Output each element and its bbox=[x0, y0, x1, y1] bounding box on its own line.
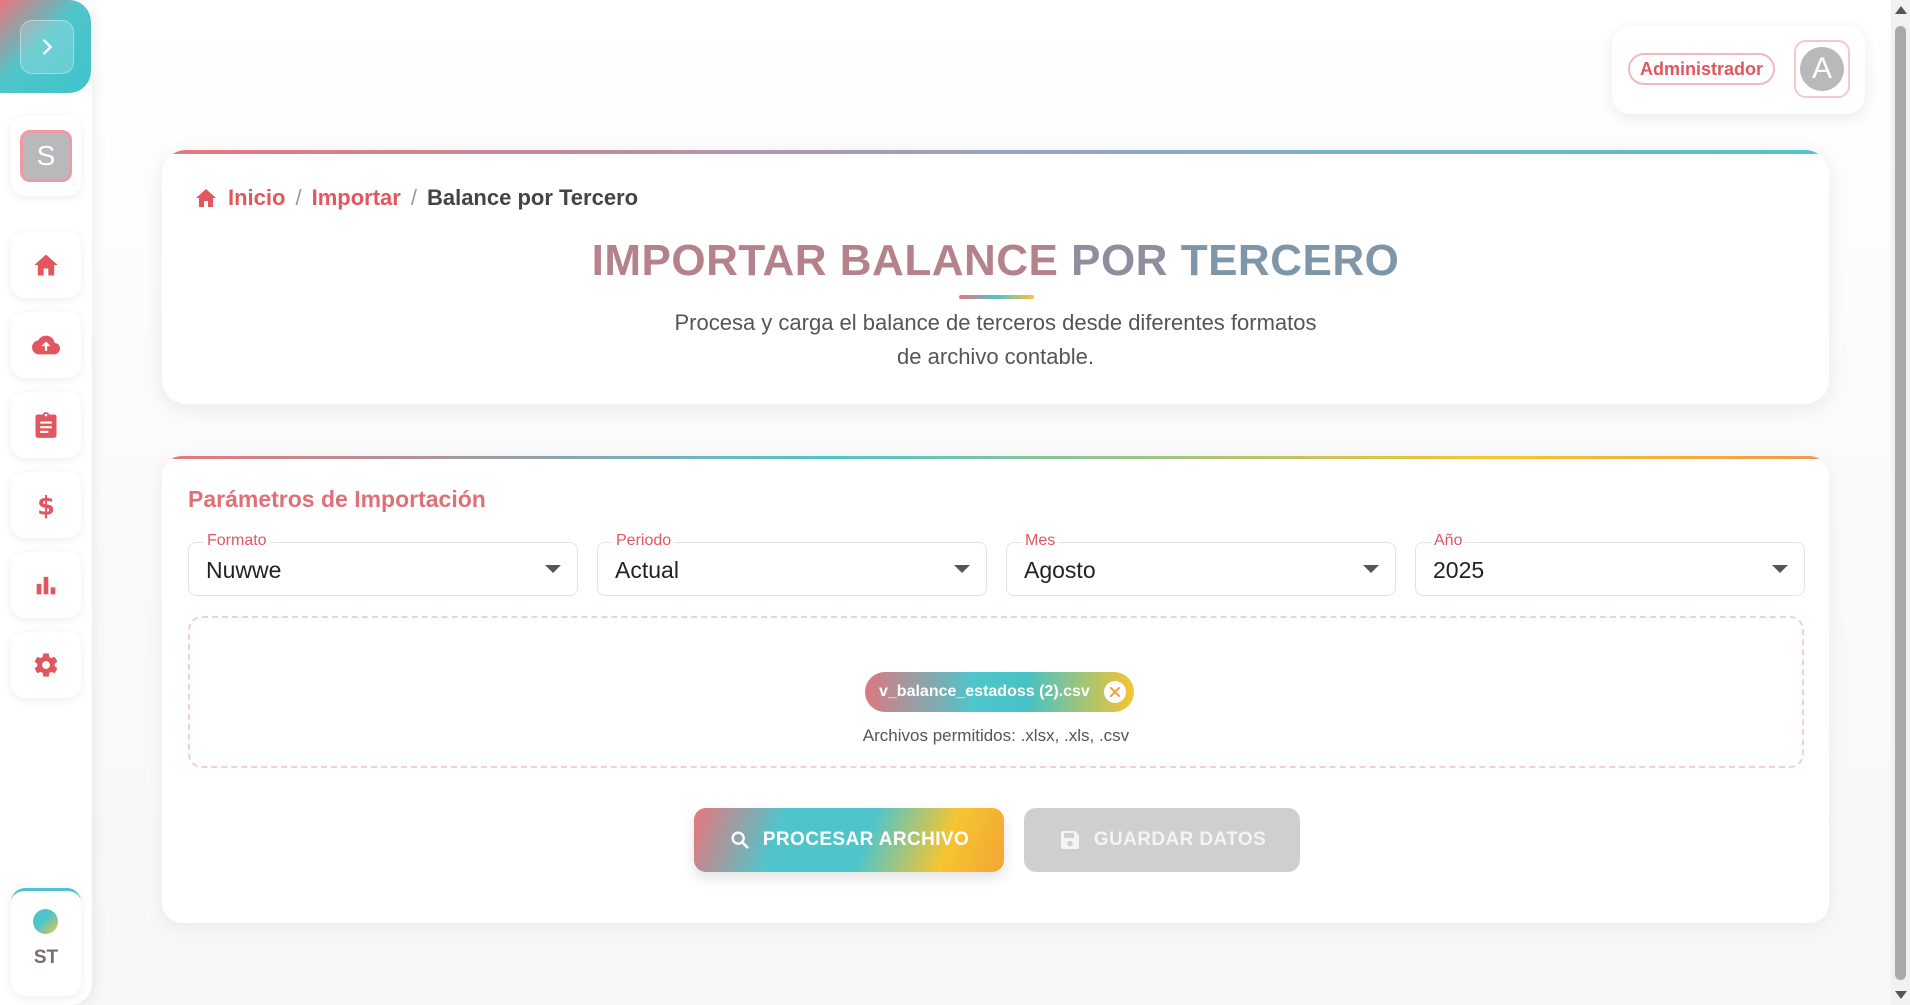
scroll-up-icon[interactable] bbox=[1895, 6, 1907, 14]
selected-file-chip: v_balance_estadoss (2).csv bbox=[865, 672, 1134, 712]
breadcrumb: Inicio / Importar / Balance por Tercero bbox=[194, 185, 638, 211]
dollar-icon: $ bbox=[37, 491, 55, 519]
breadcrumb-separator: / bbox=[295, 185, 302, 210]
period-select-value: Actual bbox=[615, 557, 679, 583]
search-icon bbox=[731, 831, 749, 849]
user-card: Administrador A bbox=[1612, 26, 1865, 114]
sidebar-toggle-area bbox=[0, 0, 91, 93]
caret-down-icon bbox=[1363, 565, 1379, 573]
user-avatar: A bbox=[1800, 47, 1844, 91]
sidebar: S $ ST bbox=[0, 0, 92, 1005]
chevron-right-icon bbox=[43, 39, 52, 55]
page-title-part: TERCERO bbox=[1180, 236, 1400, 285]
save-data-label: GUARDAR DATOS bbox=[1093, 829, 1267, 850]
sidebar-user-status[interactable]: ST bbox=[11, 888, 81, 996]
remove-file-button[interactable] bbox=[1103, 681, 1126, 703]
sidebar-item-upload[interactable] bbox=[11, 312, 81, 378]
selected-file-name: v_balance_estadoss (2).csv bbox=[879, 683, 1090, 700]
breadcrumb-separator: / bbox=[410, 185, 417, 210]
period-select[interactable]: Periodo Actual bbox=[597, 532, 987, 596]
caret-down-icon bbox=[545, 565, 561, 573]
month-select-value: Agosto bbox=[1024, 557, 1096, 583]
process-file-label: PROCESAR ARCHIVO bbox=[762, 829, 970, 850]
page-title-part: IMPORTAR BALANCE bbox=[591, 236, 1059, 285]
sidebar-item-reports[interactable] bbox=[11, 392, 81, 458]
bar-chart-icon bbox=[36, 576, 56, 595]
page-scrollbar[interactable] bbox=[1891, 0, 1910, 1005]
home-icon bbox=[34, 254, 58, 276]
caret-down-icon bbox=[954, 565, 970, 573]
month-select[interactable]: Mes Agosto bbox=[1006, 532, 1396, 596]
sidebar-avatar-card[interactable]: S bbox=[11, 116, 81, 196]
clipboard-icon bbox=[35, 412, 57, 438]
file-dropzone[interactable]: v_balance_estadoss (2).csv Archivos perm… bbox=[188, 616, 1804, 768]
gear-icon bbox=[34, 653, 58, 677]
month-select-label: Mes bbox=[1022, 532, 1059, 550]
format-select[interactable]: Formato Nuwwe bbox=[188, 532, 578, 596]
sidebar-item-settings[interactable] bbox=[11, 632, 81, 698]
close-icon bbox=[1109, 686, 1120, 698]
allowed-file-types: Archivos permitidos: .xlsx, .xls, .csv bbox=[862, 726, 1130, 745]
sidebar-item-home[interactable] bbox=[11, 232, 81, 298]
page-title-part: POR bbox=[1071, 236, 1168, 285]
status-dot bbox=[33, 909, 58, 934]
period-select-label: Periodo bbox=[613, 532, 675, 550]
home-icon bbox=[196, 189, 216, 207]
sidebar-toggle-button[interactable] bbox=[20, 20, 74, 74]
sidebar-avatar: S bbox=[20, 130, 72, 182]
import-params-card: Parámetros de Importación Formato Nuwwe … bbox=[162, 456, 1829, 923]
page-title: IMPORTAR BALANCE POR TERCERO bbox=[162, 236, 1829, 286]
sidebar-item-charts[interactable] bbox=[11, 552, 81, 618]
header-card: Inicio / Importar / Balance por Tercero … bbox=[162, 150, 1829, 404]
year-select[interactable]: Año 2025 bbox=[1415, 532, 1805, 596]
format-select-value: Nuwwe bbox=[206, 557, 282, 583]
page-subtitle: Procesa y carga el balance de terceros d… bbox=[162, 306, 1829, 374]
format-select-label: Formato bbox=[204, 532, 270, 550]
caret-down-icon bbox=[1772, 565, 1788, 573]
role-badge: Administrador bbox=[1628, 53, 1776, 85]
breadcrumb-current: Balance por Tercero bbox=[426, 185, 639, 210]
user-avatar-button[interactable]: A bbox=[1794, 40, 1850, 98]
breadcrumb-import-link[interactable]: Importar bbox=[312, 185, 401, 211]
section-title: Parámetros de Importación bbox=[188, 486, 486, 512]
scroll-down-icon[interactable] bbox=[1895, 991, 1907, 999]
subtitle-line: Procesa y carga el balance de terceros d… bbox=[674, 310, 1317, 335]
process-file-button[interactable]: PROCESAR ARCHIVO bbox=[694, 808, 1004, 872]
save-data-button[interactable]: GUARDAR DATOS bbox=[1024, 808, 1300, 872]
cloud-upload-icon bbox=[32, 335, 60, 355]
title-underline bbox=[959, 295, 1034, 299]
year-select-value: 2025 bbox=[1433, 557, 1485, 583]
scrollbar-thumb[interactable] bbox=[1895, 26, 1906, 980]
save-icon bbox=[1060, 831, 1079, 849]
year-select-label: Año bbox=[1431, 532, 1466, 550]
subtitle-line: de archivo contable. bbox=[897, 344, 1094, 369]
sidebar-user-initials: ST bbox=[33, 947, 59, 968]
svg-text:$: $ bbox=[37, 491, 55, 519]
breadcrumb-home-link[interactable]: Inicio bbox=[228, 185, 285, 211]
sidebar-item-finance[interactable]: $ bbox=[11, 472, 81, 538]
